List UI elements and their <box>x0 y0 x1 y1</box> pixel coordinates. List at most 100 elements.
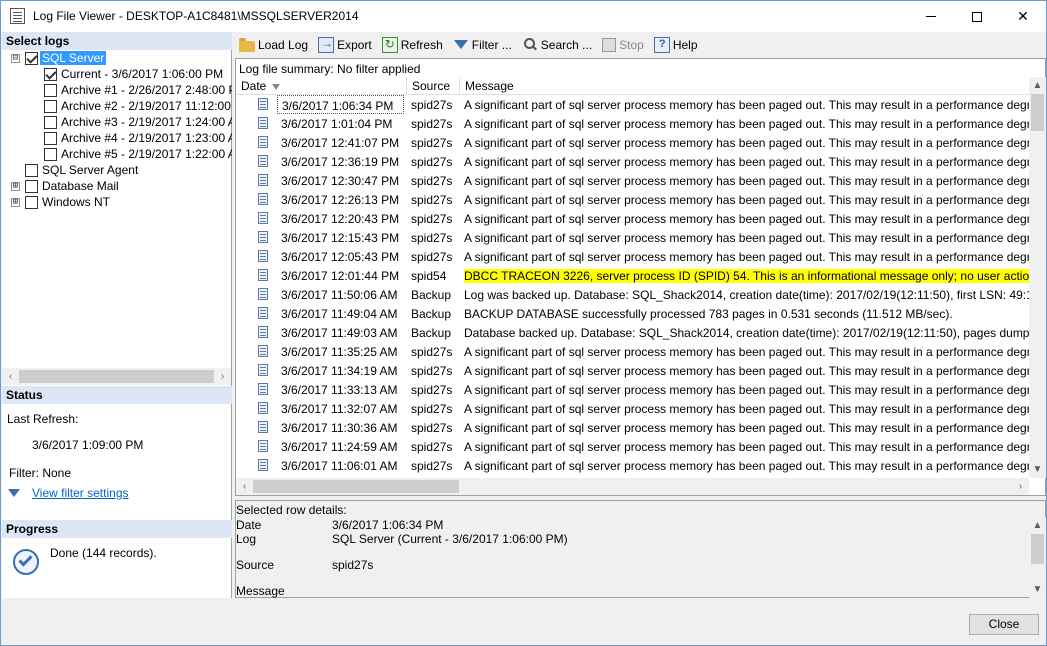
table-row[interactable]: 3/6/2017 12:05:43 PM spid27s A significant… <box>236 247 1029 266</box>
help-button[interactable]: Help <box>651 34 701 56</box>
checkbox-sql-server-agent[interactable] <box>25 163 38 177</box>
checkbox-database-mail[interactable] <box>25 179 38 193</box>
scroll-right-icon[interactable]: › <box>1012 478 1029 495</box>
scroll-down-icon[interactable]: ▼ <box>1029 461 1046 478</box>
help-icon <box>653 36 670 53</box>
table-row[interactable]: 3/6/2017 12:41:07 PM spid27s A significant… <box>236 133 1029 152</box>
checkbox-windows-nt[interactable] <box>25 195 38 209</box>
log-entry-icon <box>258 383 268 395</box>
tree-node-archive-2[interactable]: Archive #2 - 2/19/2017 11:12:00 PM <box>44 98 232 114</box>
refresh-label: Refresh <box>400 37 443 52</box>
tree-node-windows-nt[interactable]: Windows NT <box>25 194 112 210</box>
table-row[interactable]: 3/6/2017 11:06:01 AM spid27s A significant… <box>236 456 1029 475</box>
column-header-source[interactable]: Source <box>407 77 460 95</box>
column-header-label: Message <box>465 79 514 93</box>
source-cell: spid27s <box>411 136 453 150</box>
tree-node-current[interactable]: Current - 3/6/2017 1:06:00 PM <box>44 66 225 82</box>
table-row[interactable]: 3/6/2017 12:26:13 PM spid27s A significant… <box>236 190 1029 209</box>
table-row[interactable]: 3/6/2017 12:01:44 PM spid54 DBCC TRACEON 3… <box>236 266 1029 285</box>
message-text: A significant part of sql server process… <box>464 98 1029 112</box>
message-cell: A significant part of sql server process… <box>464 209 1029 228</box>
collapse-icon[interactable]: ⊟ <box>11 54 20 63</box>
message-text: A significant part of sql server process… <box>464 193 1029 207</box>
scrollbar-thumb[interactable] <box>19 370 214 383</box>
grid-vertical-scrollbar[interactable]: ▲ ▼ <box>1029 77 1046 478</box>
scrollbar-thumb[interactable] <box>253 480 459 493</box>
expand-icon[interactable]: ⊞ <box>11 198 20 207</box>
table-row[interactable]: 3/6/2017 12:15:43 PM spid27s A significant… <box>236 228 1029 247</box>
select-logs-heading: Select logs <box>2 32 232 50</box>
message-cell: A significant part of sql server process… <box>464 114 1029 133</box>
details-vertical-scrollbar[interactable]: ▲ ▼ <box>1029 517 1046 598</box>
message-cell: A significant part of sql server process… <box>464 247 1029 266</box>
message-text: Database backed up. Database: SQL_Shack2… <box>464 326 1029 340</box>
close-button[interactable]: Close <box>969 614 1039 635</box>
scroll-up-icon[interactable]: ▲ <box>1029 517 1046 534</box>
date-cell: 3/6/2017 12:20:43 PM <box>281 212 400 226</box>
load-log-button[interactable]: Load Log <box>236 34 311 56</box>
table-row[interactable]: 3/6/2017 11:34:19 AM spid27s A significant… <box>236 361 1029 380</box>
table-row[interactable]: 3/6/2017 1:01:04 PM spid27s A significant … <box>236 114 1029 133</box>
table-row[interactable]: 3/6/2017 12:30:47 PM spid27s A significant… <box>236 171 1029 190</box>
message-cell: Log was backed up. Database: SQL_Shack20… <box>464 285 1029 304</box>
refresh-button[interactable]: Refresh <box>379 34 446 56</box>
checkbox-sql-server[interactable] <box>25 51 38 65</box>
scrollbar-thumb[interactable] <box>1031 534 1044 564</box>
table-row[interactable]: 3/6/2017 11:33:13 AM spid27s A significant… <box>236 380 1029 399</box>
view-filter-settings-link[interactable]: View filter settings <box>32 486 129 500</box>
table-row[interactable]: 3/6/2017 11:30:36 AM spid27s A significant… <box>236 418 1029 437</box>
table-row[interactable]: 3/6/2017 11:49:03 AM Backup Database backe… <box>236 323 1029 342</box>
filter-button[interactable]: Filter ... <box>450 34 515 56</box>
tree-label: SQL Server Agent <box>42 163 139 177</box>
table-row[interactable]: 3/6/2017 11:49:04 AM Backup BACKUP DATABAS… <box>236 304 1029 323</box>
date-cell: 3/6/2017 11:49:04 AM <box>281 307 398 321</box>
source-cell: spid27s <box>411 212 453 226</box>
tree-label: Archive #4 - 2/19/2017 1:23:00 AM <box>61 131 232 145</box>
export-button[interactable]: Export <box>315 34 375 56</box>
scroll-up-icon[interactable]: ▲ <box>1029 77 1046 94</box>
column-header-message[interactable]: Message <box>460 77 1029 95</box>
table-row[interactable]: 3/6/2017 11:32:07 AM spid27s A significant… <box>236 399 1029 418</box>
message-cell: A significant part of sql server process… <box>464 456 1029 475</box>
tree-node-sql-server[interactable]: SQL Server <box>25 50 107 66</box>
checkbox-archive-4[interactable] <box>44 131 57 145</box>
table-row[interactable]: 3/6/2017 12:20:43 PM spid27s A significant… <box>236 209 1029 228</box>
grid-horizontal-scrollbar[interactable]: ‹ › <box>236 478 1029 495</box>
search-button[interactable]: Search ... <box>519 34 595 56</box>
message-text: Log was backed up. Database: SQL_Shack20… <box>464 288 1029 302</box>
scroll-right-icon[interactable]: › <box>214 368 231 385</box>
expand-icon[interactable]: ⊞ <box>11 182 20 191</box>
tree-horizontal-scrollbar[interactable]: ‹ › <box>2 368 231 385</box>
table-row[interactable]: 3/6/2017 12:36:19 PM spid27s A significant… <box>236 152 1029 171</box>
checkbox-archive-5[interactable] <box>44 147 57 161</box>
tree-node-archive-4[interactable]: Archive #4 - 2/19/2017 1:23:00 AM <box>44 130 232 146</box>
tree-node-sql-server-agent[interactable]: SQL Server Agent <box>25 162 140 178</box>
message-cell: A significant part of sql server process… <box>464 133 1029 152</box>
table-row[interactable]: 3/6/2017 11:24:59 AM spid27s A significant… <box>236 437 1029 456</box>
checkbox-current[interactable] <box>44 67 57 81</box>
checkbox-archive-2[interactable] <box>44 99 57 113</box>
scroll-left-icon[interactable]: ‹ <box>236 478 253 495</box>
log-entry-icon <box>258 307 268 319</box>
table-row[interactable]: 3/6/2017 11:35:25 AM spid27s A significant… <box>236 342 1029 361</box>
scrollbar-thumb[interactable] <box>1031 94 1044 131</box>
message-text: DBCC TRACEON 3226, server process ID (SP… <box>464 269 1029 283</box>
scroll-down-icon[interactable]: ▼ <box>1029 581 1046 598</box>
tree-node-database-mail[interactable]: Database Mail <box>25 178 121 194</box>
checkbox-archive-1[interactable] <box>44 83 57 97</box>
close-window-button[interactable]: ✕ <box>1000 1 1046 32</box>
table-row[interactable]: 3/6/2017 11:50:06 AM Backup Log was backed… <box>236 285 1029 304</box>
maximize-button[interactable] <box>954 1 1000 32</box>
column-header-date[interactable]: Date <box>236 77 407 95</box>
progress-heading: Progress <box>2 520 232 538</box>
minimize-button[interactable] <box>908 1 954 32</box>
detail-source-value: spid27s <box>332 558 374 572</box>
scroll-left-icon[interactable]: ‹ <box>2 368 19 385</box>
checkbox-archive-3[interactable] <box>44 115 57 129</box>
tree-node-archive-1[interactable]: Archive #1 - 2/26/2017 2:48:00 PM <box>44 82 232 98</box>
grid-rows: 3/6/2017 1:06:34 PM spid27s A significant … <box>236 95 1029 478</box>
table-row[interactable]: 3/6/2017 1:06:34 PM spid27s A significant … <box>236 95 1029 114</box>
tree-node-archive-3[interactable]: Archive #3 - 2/19/2017 1:24:00 AM <box>44 114 232 130</box>
tree-node-archive-5[interactable]: Archive #5 - 2/19/2017 1:22:00 AM <box>44 146 232 162</box>
stop-button[interactable]: Stop <box>599 34 647 56</box>
